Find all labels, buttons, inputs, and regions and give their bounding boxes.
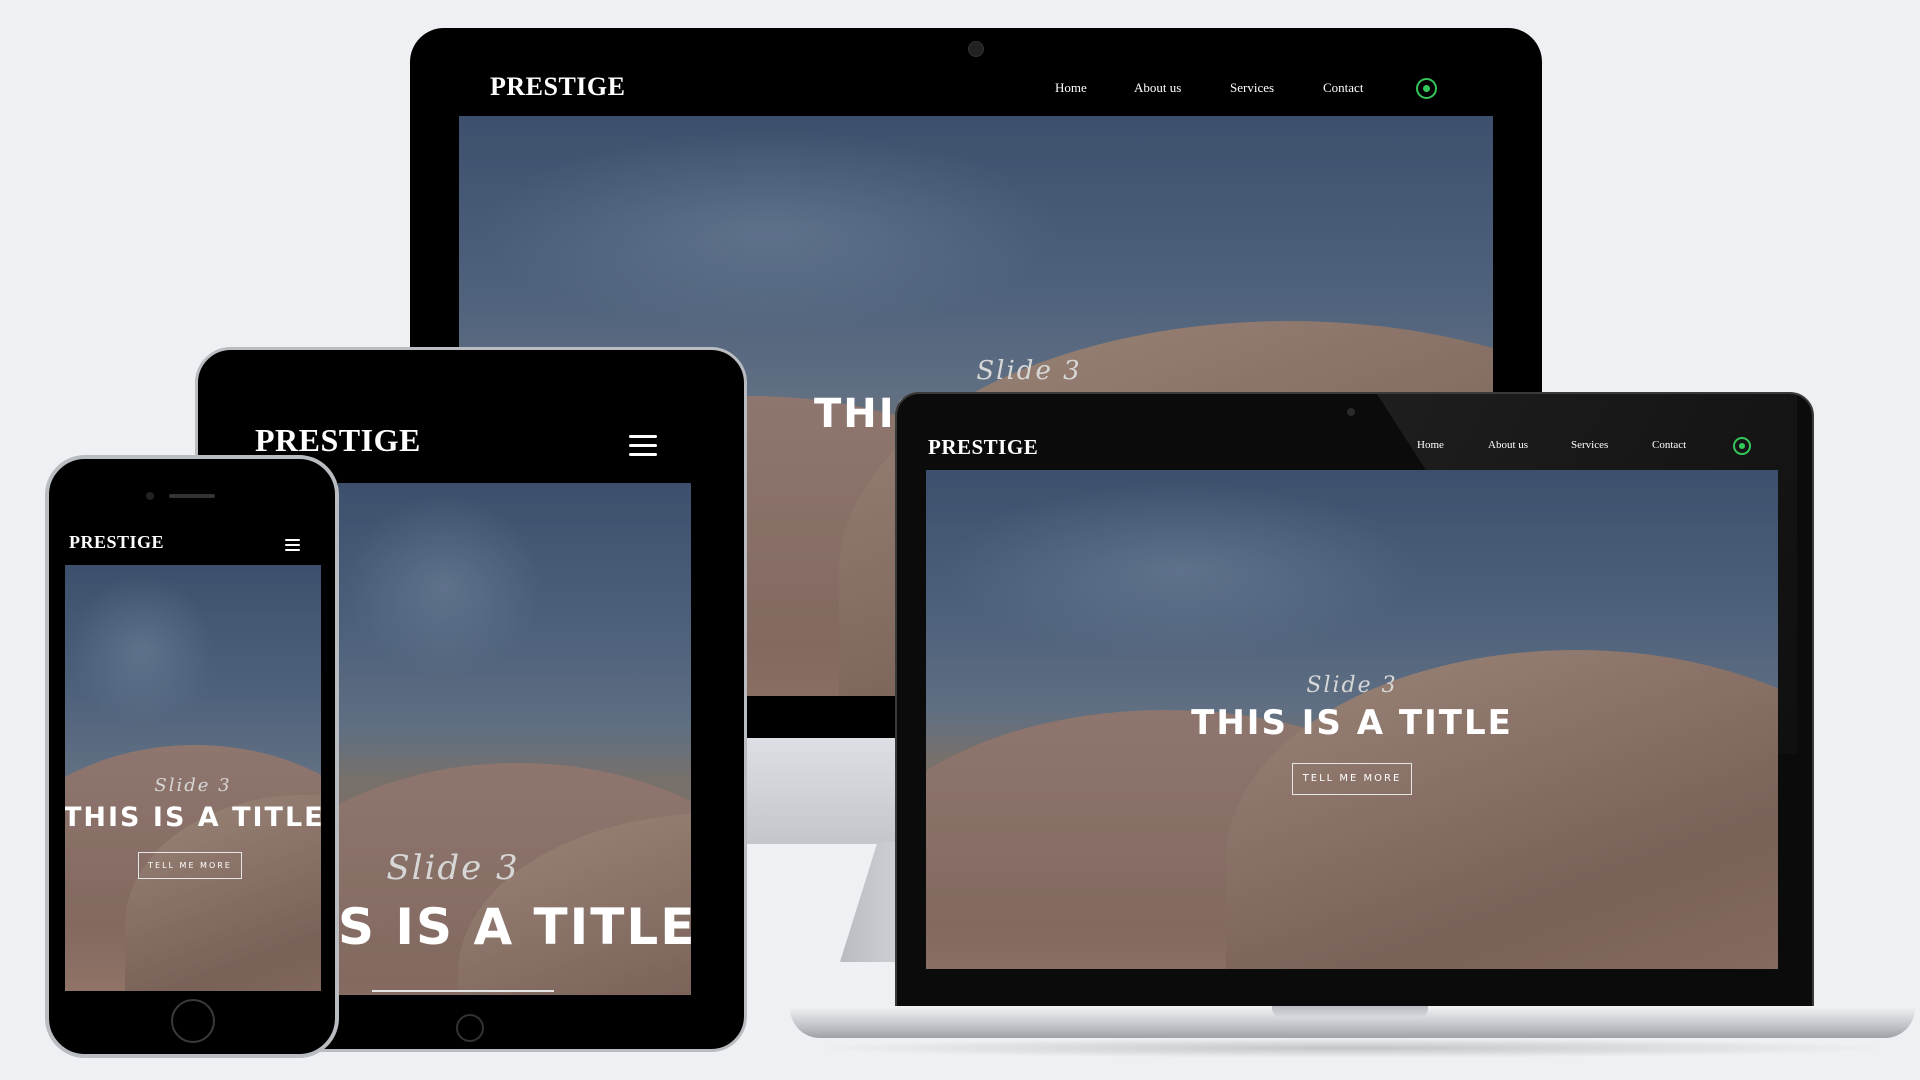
desktop-nav-services[interactable]: Services xyxy=(1230,80,1274,96)
laptop-screen-frame: PRESTIGE Home About us Services Contact … xyxy=(895,392,1814,1012)
phone-slide-label: Slide 3 xyxy=(154,775,232,796)
laptop-slide-label: Slide 3 xyxy=(1306,673,1398,698)
laptop-hero-title: THIS IS A TITLE xyxy=(1191,703,1513,743)
tablet-hamburger-menu-icon[interactable] xyxy=(629,435,657,456)
laptop-brand-logo[interactable]: PRESTIGE xyxy=(928,435,1038,460)
desktop-nav-contact[interactable]: Contact xyxy=(1323,80,1363,96)
tablet-hero-title: S IS A TITLE xyxy=(338,898,691,956)
laptop-nav-home[interactable]: Home xyxy=(1417,439,1444,451)
laptop-nav-about[interactable]: About us xyxy=(1488,439,1528,451)
laptop-camera-icon xyxy=(1347,408,1355,416)
tablet-tell-me-more-button[interactable] xyxy=(372,990,554,995)
desktop-brand-logo[interactable]: PRESTIGE xyxy=(490,72,626,102)
desktop-whatsapp-icon[interactable] xyxy=(1416,78,1437,99)
tablet-hero: Slide 3 S IS A TITLE xyxy=(338,483,691,995)
phone-hero-title: THIS IS A TITLE xyxy=(65,802,321,833)
desktop-nav-home[interactable]: Home xyxy=(1055,80,1087,96)
laptop-shadow xyxy=(800,1038,1900,1058)
laptop-tell-me-more-button[interactable]: TELL ME MORE xyxy=(1292,763,1412,795)
phone-brand-logo[interactable]: PRESTIGE xyxy=(69,532,164,553)
phone-home-button[interactable] xyxy=(171,999,215,1043)
laptop-whatsapp-icon[interactable] xyxy=(1733,437,1751,455)
phone-speaker xyxy=(169,494,215,498)
laptop-hero: Slide 3 THIS IS A TITLE TELL ME MORE xyxy=(926,470,1778,969)
tablet-brand-logo[interactable]: PRESTIGE xyxy=(255,422,421,459)
laptop-trackpad-notch xyxy=(1272,1006,1428,1018)
tablet-home-button[interactable] xyxy=(456,1014,484,1042)
camera-icon xyxy=(968,41,984,57)
laptop-nav-contact[interactable]: Contact xyxy=(1652,439,1686,451)
phone-front-camera-icon xyxy=(146,492,154,500)
phone-tell-me-more-button[interactable]: TELL ME MORE xyxy=(138,852,242,879)
phone-device: PRESTIGE Slide 3 THIS IS A TITLE TELL ME… xyxy=(45,455,339,1058)
desktop-nav-about[interactable]: About us xyxy=(1134,80,1181,96)
desktop-slide-label: Slide 3 xyxy=(976,356,1082,386)
phone-hamburger-menu-icon[interactable] xyxy=(285,539,300,551)
laptop-nav-services[interactable]: Services xyxy=(1571,439,1608,451)
tablet-slide-label: Slide 3 xyxy=(386,848,520,888)
phone-hero: Slide 3 THIS IS A TITLE TELL ME MORE xyxy=(65,565,321,991)
